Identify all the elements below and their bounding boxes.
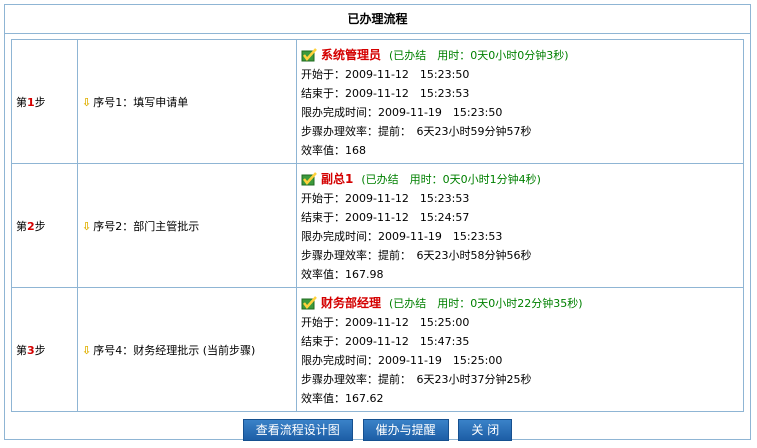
node-name: 序号4：财务经理批示 (当前步骤) — [93, 343, 256, 357]
checkmark-icon — [301, 48, 317, 62]
step-number: 1 — [27, 95, 35, 109]
efficiency: 步骤办理效率：提前： 6天23小时58分钟56秒 — [301, 248, 532, 262]
down-arrow-icon: ⇩ — [82, 219, 92, 233]
score: 效率值：168 — [301, 143, 366, 157]
start-time: 开始于：2009-11-12 15:25:00 — [301, 315, 470, 329]
node-name: 序号2：部门主管批示 — [93, 219, 200, 233]
node-name: 序号1：填写申请单 — [93, 95, 189, 109]
page-title: 已办理流程 — [5, 5, 750, 34]
efficiency: 步骤办理效率：提前： 6天23小时59分钟57秒 — [301, 124, 532, 138]
end-time: 结束于：2009-11-12 15:24:57 — [301, 210, 470, 224]
node-cell: ⇩ 序号2：部门主管批示 — [77, 163, 297, 288]
step-label: 第3步 — [11, 287, 78, 412]
end-time: 结束于：2009-11-12 15:23:53 — [301, 86, 470, 100]
deadline: 限办完成时间：2009-11-19 15:25:00 — [301, 353, 503, 367]
start-time: 开始于：2009-11-12 15:23:50 — [301, 67, 470, 81]
checkmark-icon — [301, 296, 317, 310]
table-row: 第3步 ⇩ 序号4：财务经理批示 (当前步骤) 财务部经理 (已办结 用时：0天0… — [11, 287, 744, 412]
score: 效率值：167.98 — [301, 267, 384, 281]
checkmark-icon — [301, 172, 317, 186]
step-number: 2 — [27, 219, 35, 233]
remind-button[interactable]: 催办与提醒 — [362, 419, 449, 441]
flow-table: 第1步 ⇩ 序号1：填写申请单 系统管理员 (已办结 用时：0天0小时0分钟3秒) — [11, 39, 744, 412]
deadline: 限办完成时间：2009-11-19 15:23:53 — [301, 229, 503, 243]
detail-cell: 副总1 (已办结 用时：0天0小时1分钟4秒) 开始于：2009-11-12 1… — [296, 163, 744, 288]
node-cell: ⇩ 序号1：填写申请单 — [77, 39, 297, 164]
score: 效率值：167.62 — [301, 391, 384, 405]
deadline: 限办完成时间：2009-11-19 15:23:50 — [301, 105, 503, 119]
status-text: (已办结 用时：0天0小时0分钟3秒) — [389, 48, 569, 62]
start-time: 开始于：2009-11-12 15:23:53 — [301, 191, 470, 205]
table-row: 第1步 ⇩ 序号1：填写申请单 系统管理员 (已办结 用时：0天0小时0分钟3秒) — [11, 39, 744, 164]
button-bar: 查看流程设计图 催办与提醒 关 闭 — [5, 419, 750, 441]
status-text: (已办结 用时：0天0小时1分钟4秒) — [361, 172, 541, 186]
detail-cell: 系统管理员 (已办结 用时：0天0小时0分钟3秒) 开始于：2009-11-12… — [296, 39, 744, 164]
close-button[interactable]: 关 闭 — [458, 419, 513, 441]
end-time: 结束于：2009-11-12 15:47:35 — [301, 334, 470, 348]
step-number: 3 — [27, 343, 35, 357]
down-arrow-icon: ⇩ — [82, 95, 92, 109]
flow-panel: 已办理流程 第1步 ⇩ 序号1：填写申请单 系统管理员 (已办结 用时：0天0小… — [4, 4, 751, 441]
table-row: 第2步 ⇩序号2：部门主管批示 副总1 (已办结 用时：0天0小时1分钟4秒) — [11, 163, 744, 288]
handler-name: 财务部经理 — [321, 295, 382, 310]
node-cell: ⇩ 序号4：财务经理批示 (当前步骤) — [77, 287, 297, 412]
step-label: 第1步 — [11, 39, 78, 164]
view-design-button[interactable]: 查看流程设计图 — [242, 419, 353, 441]
down-arrow-icon: ⇩ — [82, 343, 92, 357]
status-text: (已办结 用时：0天0小时22分钟35秒) — [389, 296, 583, 310]
detail-cell: 财务部经理 (已办结 用时：0天0小时22分钟35秒) 开始于：2009-11-… — [296, 287, 744, 412]
efficiency: 步骤办理效率：提前： 6天23小时37分钟25秒 — [301, 372, 532, 386]
step-label: 第2步 — [11, 163, 78, 288]
handler-name: 副总1 — [321, 171, 354, 186]
handler-name: 系统管理员 — [321, 47, 382, 62]
